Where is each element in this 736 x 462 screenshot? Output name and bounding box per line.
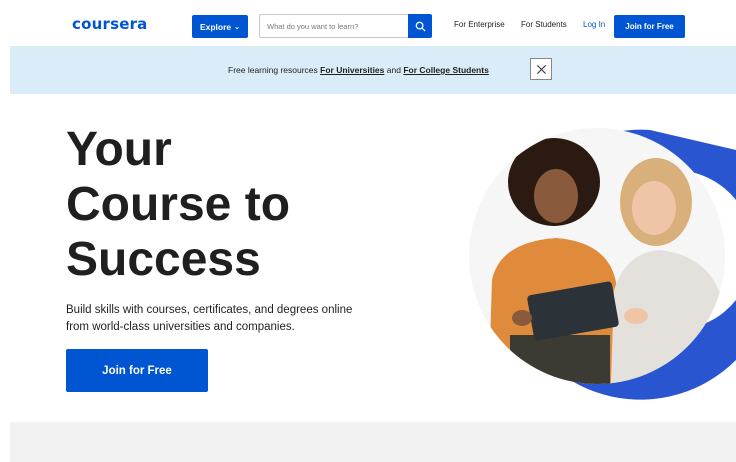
banner-close-button[interactable] [530,58,552,80]
hero-subtitle: Build skills with courses, certificates,… [66,304,353,333]
search-field[interactable] [259,14,408,38]
search-button[interactable] [408,14,432,38]
explore-label: Explore [199,21,232,32]
hero-title-line-3: Success [66,233,261,286]
site-header: coursera Explore ⌄ For Enterprise For St… [0,0,736,46]
banner-link-college-students[interactable]: For College Students [403,65,488,75]
banner-prefix: Free learning resources [228,65,318,75]
search-icon [415,21,426,32]
join-for-free-hero-button[interactable]: Join for Free [66,349,208,392]
banner-conjunction: and [386,65,401,75]
join-for-free-header-button[interactable]: Join for Free [614,15,685,38]
close-icon [536,64,546,74]
nav-for-enterprise[interactable]: For Enterprise [454,20,505,29]
nav-for-students[interactable]: For Students [521,20,567,29]
explore-button[interactable]: Explore ⌄ [192,15,248,38]
banner-message: Free learning resources For Universities… [228,65,489,75]
next-section-band [10,422,736,462]
hero-title-line-1: Your [66,123,172,176]
coursera-logo[interactable]: coursera [72,15,148,33]
hero-title-line-2: Course to [66,178,291,231]
banner-link-universities[interactable]: For Universities [320,65,384,75]
chevron-down-icon: ⌄ [234,23,241,31]
hero-image [469,128,736,400]
search-input[interactable] [260,15,408,37]
hero-title: Your Course to Success [66,122,386,287]
resources-banner: Free learning resources For Universities… [10,46,736,94]
login-link[interactable]: Log In [583,20,605,29]
